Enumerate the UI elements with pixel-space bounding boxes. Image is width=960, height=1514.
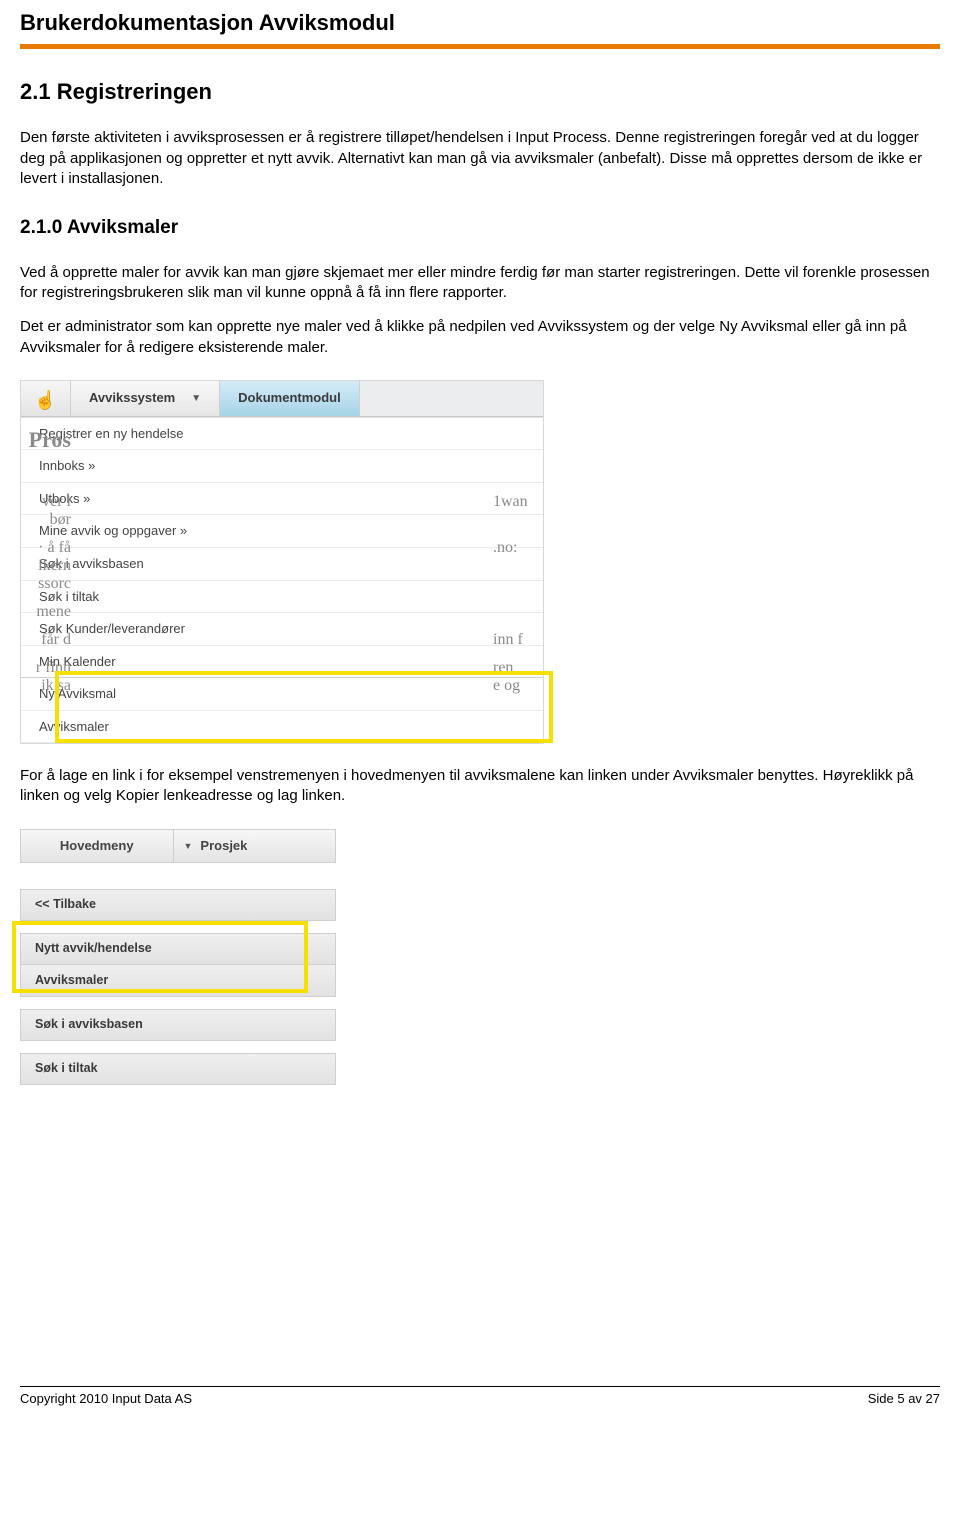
tab-prosjek[interactable]: ▼ Prosjek: [174, 830, 336, 862]
cursor-area: ☝: [21, 381, 71, 416]
menu-item-utboks[interactable]: Utboks »: [21, 483, 543, 516]
sidebar-item-sok-avviksbasen[interactable]: Søk i avviksbasen: [20, 1009, 336, 1041]
chevron-down-icon: ▼: [184, 840, 193, 852]
menu-item-avviksmaler[interactable]: Avviksmaler: [21, 711, 543, 744]
footer-copyright: Copyright 2010 Input Data AS: [20, 1390, 192, 1408]
menu-item-mine-avvik[interactable]: Mine avvik og oppgaver »: [21, 515, 543, 548]
footer-page-number: Side 5 av 27: [868, 1390, 940, 1408]
sidebar-item-nytt-avvik[interactable]: Nytt avvik/hendelse: [20, 933, 336, 965]
menu-item-sok-tiltak[interactable]: Søk i tiltak: [21, 581, 543, 614]
heading-2-1: 2.1 Registreringen: [20, 77, 940, 107]
dropdown-menu: Registrer en ny hendelse Innboks » Utbok…: [21, 417, 543, 743]
section-2-1-0-p2: Det er administrator som kan opprette ny…: [20, 317, 940, 358]
screenshot-sidebar: Hovedmeny ▼ Prosjek << Tilbake Nytt avvi…: [20, 829, 336, 1085]
section-2-1-0-p1: Ved å opprette maler for avvik kan man g…: [20, 263, 940, 304]
page-footer: Copyright 2010 Input Data AS Side 5 av 2…: [20, 1386, 940, 1408]
title-rule: [20, 44, 940, 49]
para-mid: For å lage en link i for eksempel venstr…: [20, 766, 940, 807]
menu-item-min-kalender[interactable]: Min Kalender: [21, 646, 543, 679]
menu-item-registrer[interactable]: Registrer en ny hendelse: [21, 418, 543, 451]
menu-item-ny-avviksmal[interactable]: Ny Avviksmal: [21, 678, 543, 711]
sidebar-item-sok-tiltak[interactable]: Søk i tiltak: [20, 1053, 336, 1085]
tab-label: Avvikssystem: [89, 389, 175, 407]
tab-label: Hovedmeny: [60, 837, 134, 855]
menu-item-innboks[interactable]: Innboks »: [21, 450, 543, 483]
tab-label: Prosjek: [200, 837, 247, 855]
tab-label: Dokumentmodul: [238, 389, 341, 407]
sidebar-item-tilbake[interactable]: << Tilbake: [20, 889, 336, 921]
screenshot-dropdown-menu: ☝ Avvikssystem ▼ Dokumentmodul Registrer…: [20, 380, 544, 744]
section-2-1-p1: Den første aktiviteten i avviksprosessen…: [20, 128, 940, 189]
tab-dokumentmodul[interactable]: Dokumentmodul: [220, 381, 360, 416]
sidebar-item-avviksmaler[interactable]: Avviksmaler: [20, 965, 336, 997]
tab-hovedmeny[interactable]: Hovedmeny: [21, 830, 174, 862]
tab-avvikssystem[interactable]: Avvikssystem ▼: [71, 381, 220, 416]
doc-title: Brukerdokumentasjon Avviksmodul: [20, 8, 940, 38]
heading-2-1-0: 2.1.0 Avviksmaler: [20, 215, 940, 241]
menu-item-sok-avviksbasen[interactable]: Søk i avviksbasen: [21, 548, 543, 581]
chevron-down-icon: ▼: [191, 392, 201, 406]
hand-cursor-icon: ☝: [34, 388, 56, 412]
menu-item-sok-kunder[interactable]: Søk Kunder/leverandører: [21, 613, 543, 646]
